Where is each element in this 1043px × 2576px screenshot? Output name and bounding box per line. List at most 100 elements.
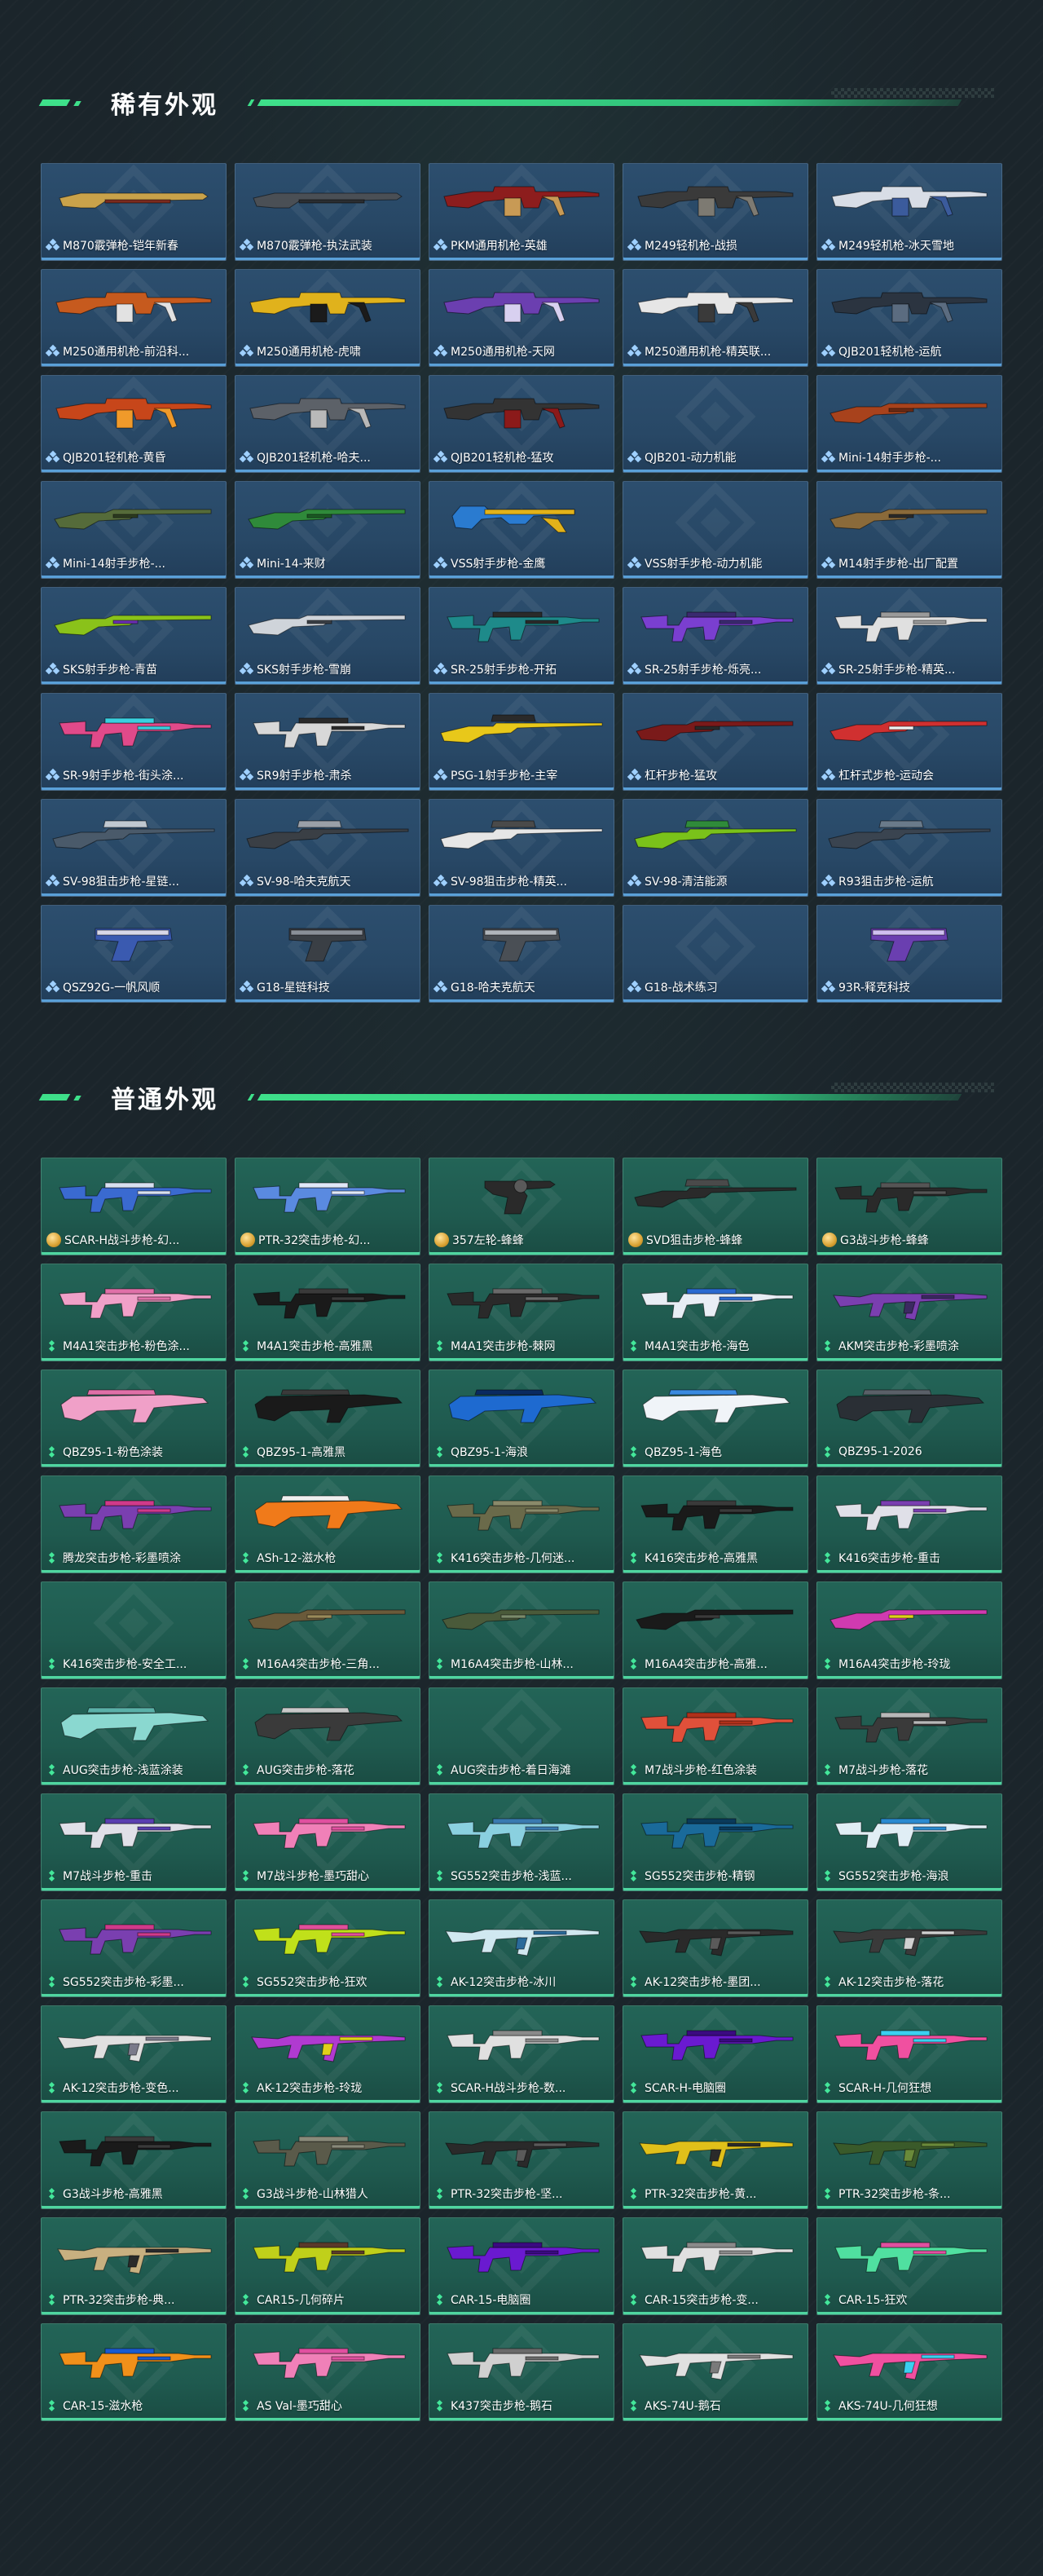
skin-card[interactable]: CAR-15-滋水枪 [41,2323,227,2421]
skin-card[interactable]: QBZ95-1-高雅黑 [235,1370,420,1467]
skin-card[interactable]: VSS射手步枪-动力机能 [623,481,808,579]
skin-card[interactable]: 357左轮-蜂蜂 [429,1158,614,1255]
skin-card[interactable]: CAR-15-狂欢 [816,2217,1002,2315]
skin-card[interactable]: SCAR-H-几何狂想 [816,2005,1002,2103]
skin-card[interactable]: SR9射手步枪-肃杀 [235,693,420,791]
skin-card[interactable]: SV-98-哈夫克航天 [235,799,420,897]
skin-card[interactable]: M870霰弹枪-铠年新春 [41,163,227,261]
skin-card[interactable]: QBZ95-1-2026 [816,1370,1002,1467]
skin-card[interactable]: SV-98狙击步枪-精英... [429,799,614,897]
skin-card[interactable]: SR-25射手步枪-烁亮... [623,587,808,685]
skin-card[interactable]: SG552突击步枪-狂欢 [235,1899,420,1997]
skin-card[interactable]: CAR-15突击步枪-变... [623,2217,808,2315]
skin-card[interactable]: M7战斗步枪-墨巧甜心 [235,1793,420,1891]
skin-card[interactable]: M250通用机枪-虎啸 [235,269,420,367]
skin-card[interactable]: AKS-74U-鹅石 [623,2323,808,2421]
skin-card[interactable]: K416突击步枪-高雅黑 [623,1475,808,1573]
skin-card[interactable]: M250通用机枪-天网 [429,269,614,367]
skin-card[interactable]: PTR-32突击步枪-典... [41,2217,227,2315]
skin-card[interactable]: PSG-1射手步枪-主宰 [429,693,614,791]
skin-card[interactable]: M16A4突击步枪-玲珑 [816,1581,1002,1679]
skin-card[interactable]: QJB201轻机枪-黄昏 [41,375,227,473]
skin-card[interactable]: M16A4突击步枪-高雅... [623,1581,808,1679]
skin-card[interactable]: AS Val-墨巧甜心 [235,2323,420,2421]
skin-card[interactable]: K416突击步枪-重击 [816,1475,1002,1573]
skin-card[interactable]: 93R-释克科技 [816,905,1002,1003]
skin-card[interactable]: CAR15-几何碎片 [235,2217,420,2315]
skin-card[interactable]: M7战斗步枪-落花 [816,1687,1002,1785]
skin-card[interactable]: AUG突击步枪-浅蓝涂装 [41,1687,227,1785]
skin-card[interactable]: SV-98-清洁能源 [623,799,808,897]
skin-card[interactable]: QJB201轻机枪-运航 [816,269,1002,367]
skin-card[interactable]: PTR-32突击步枪-幻... [235,1158,420,1255]
skin-card[interactable]: QJB201轻机枪-猛攻 [429,375,614,473]
skin-card[interactable]: Mini-14-来财 [235,481,420,579]
skin-card[interactable]: VSS射手步枪-金鹰 [429,481,614,579]
skin-card[interactable]: QSZ92G-一帆风顺 [41,905,227,1003]
skin-card[interactable]: Mini-14射手步枪-... [41,481,227,579]
skin-card[interactable]: AK-12突击步枪-落花 [816,1899,1002,1997]
skin-card[interactable]: R93狙击步枪-运航 [816,799,1002,897]
skin-card[interactable]: SR-9射手步枪-街头涂... [41,693,227,791]
skin-card[interactable]: M249轻机枪-战损 [623,163,808,261]
skin-card[interactable]: SCAR-H战斗步枪-幻... [41,1158,227,1255]
skin-card[interactable]: ASh-12-滋水枪 [235,1475,420,1573]
skin-card[interactable]: M16A4突击步枪-山林... [429,1581,614,1679]
skin-card[interactable]: SV-98狙击步枪-星链... [41,799,227,897]
skin-card[interactable]: AK-12突击步枪-冰川 [429,1899,614,1997]
skin-card[interactable]: Mini-14射手步枪-... [816,375,1002,473]
skin-card[interactable]: QJB201轻机枪-哈夫... [235,375,420,473]
skin-card[interactable]: M250通用机枪-精英联... [623,269,808,367]
skin-card[interactable]: M250通用机枪-前沿科... [41,269,227,367]
skin-card[interactable]: G18-星链科技 [235,905,420,1003]
skin-card[interactable]: M4A1突击步枪-粉色涂... [41,1264,227,1361]
skin-card[interactable]: G3战斗步枪-高雅黑 [41,2111,227,2209]
skin-card[interactable]: SKS射手步枪-雪崩 [235,587,420,685]
skin-card[interactable]: AKM突击步枪-彩墨喷涂 [816,1264,1002,1361]
skin-card[interactable]: CAR-15-电脑圈 [429,2217,614,2315]
skin-card[interactable]: AUG突击步枪-落花 [235,1687,420,1785]
skin-card[interactable]: K437突击步枪-鹅石 [429,2323,614,2421]
skin-card[interactable]: 杠杆步枪-猛攻 [623,693,808,791]
skin-card[interactable]: K416突击步枪-安全工... [41,1581,227,1679]
skin-card[interactable]: SG552突击步枪-精钢 [623,1793,808,1891]
skin-card[interactable]: PTR-32突击步枪-黄... [623,2111,808,2209]
skin-card[interactable]: SCAR-H-电脑圈 [623,2005,808,2103]
skin-card[interactable]: SG552突击步枪-彩墨... [41,1899,227,1997]
skin-card[interactable]: 杠杆式步枪-运动会 [816,693,1002,791]
skin-card[interactable]: M7战斗步枪-红色涂装 [623,1687,808,1785]
skin-card[interactable]: M16A4突击步枪-三角... [235,1581,420,1679]
skin-card[interactable]: M7战斗步枪-重击 [41,1793,227,1891]
skin-card[interactable]: SKS射手步枪-青苗 [41,587,227,685]
skin-card[interactable]: G18-哈夫克航天 [429,905,614,1003]
skin-card[interactable]: M14射手步枪-出厂配置 [816,481,1002,579]
skin-card[interactable]: QBZ95-1-粉色涂装 [41,1370,227,1467]
skin-card[interactable]: SR-25射手步枪-开拓 [429,587,614,685]
skin-card[interactable]: SR-25射手步枪-精英... [816,587,1002,685]
skin-card[interactable]: PTR-32突击步枪-坚... [429,2111,614,2209]
skin-card[interactable]: K416突击步枪-几何迷... [429,1475,614,1573]
skin-card[interactable]: 腾龙突击步枪-彩墨喷涂 [41,1475,227,1573]
skin-card[interactable]: G3战斗步枪-山林猎人 [235,2111,420,2209]
skin-card[interactable]: QBZ95-1-海色 [623,1370,808,1467]
skin-card[interactable]: PKM通用机枪-英雄 [429,163,614,261]
skin-card[interactable]: AK-12突击步枪-变色... [41,2005,227,2103]
skin-card[interactable]: PTR-32突击步枪-条... [816,2111,1002,2209]
skin-card[interactable]: M4A1突击步枪-高雅黑 [235,1264,420,1361]
skin-card[interactable]: AK-12突击步枪-墨团... [623,1899,808,1997]
skin-card[interactable]: G3战斗步枪-蜂蜂 [816,1158,1002,1255]
skin-card[interactable]: SVD狙击步枪-蜂蜂 [623,1158,808,1255]
skin-card[interactable]: M870霰弹枪-执法武装 [235,163,420,261]
skin-card[interactable]: M4A1突击步枪-海色 [623,1264,808,1361]
skin-card[interactable]: QBZ95-1-海浪 [429,1370,614,1467]
skin-card[interactable]: SG552突击步枪-海浪 [816,1793,1002,1891]
skin-card[interactable]: AKS-74U-几何狂想 [816,2323,1002,2421]
skin-card[interactable]: M4A1突击步枪-棘网 [429,1264,614,1361]
skin-card[interactable]: QJB201-动力机能 [623,375,808,473]
skin-card[interactable]: AUG突击步枪-着日海滩 [429,1687,614,1785]
skin-card[interactable]: G18-战术练习 [623,905,808,1003]
skin-card[interactable]: SCAR-H战斗步枪-数... [429,2005,614,2103]
skin-card[interactable]: SG552突击步枪-浅蓝... [429,1793,614,1891]
skin-card[interactable]: AK-12突击步枪-玲珑 [235,2005,420,2103]
skin-card[interactable]: M249轻机枪-冰天雪地 [816,163,1002,261]
